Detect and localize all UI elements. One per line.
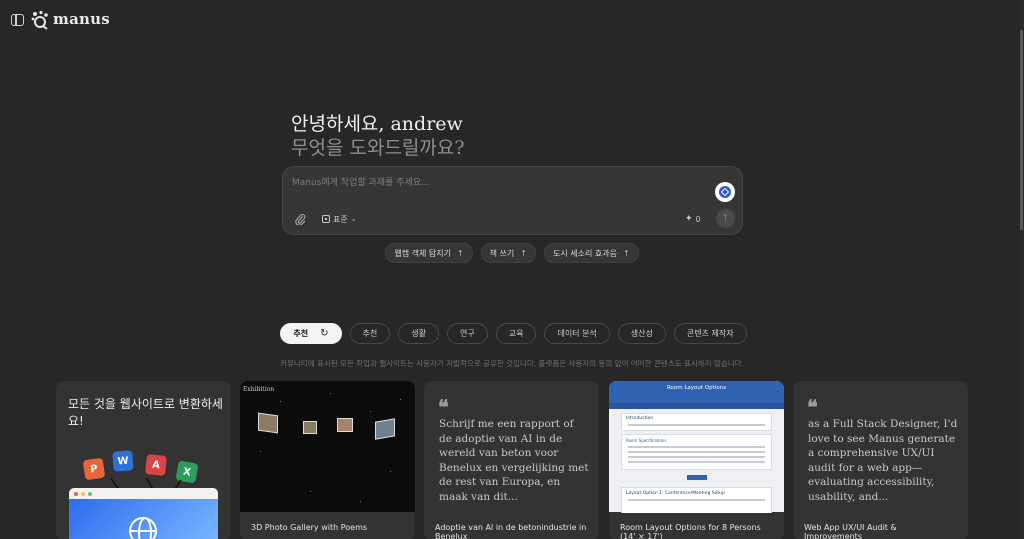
suggestion-chip[interactable]: 책 쓰기 ↑ [480, 243, 536, 263]
tab-label: 추천 [293, 329, 309, 338]
photo-frame [375, 418, 395, 440]
showcase-card-website[interactable]: 모든 것을 웹사이트로 변환하세요! P W A X [56, 381, 231, 539]
app-name[interactable]: manus [53, 10, 110, 28]
card-title: 모든 것을 웹사이트로 변환하세요! [68, 397, 223, 428]
tab-data-analysis[interactable]: 데이터 분석 [544, 323, 610, 344]
card-quote: Schrijf me een rapport of de adoptie van… [439, 418, 589, 503]
tab-label: 생산성 [630, 329, 653, 338]
thumb-specs-box: Room Specifications [621, 434, 772, 470]
tab-content-creator[interactable]: 콘텐츠 제작자 [673, 323, 747, 344]
mode-label: 표준 [333, 214, 348, 224]
tab-recommended[interactable]: 추천 [349, 323, 391, 344]
tab-life[interactable]: 생활 [398, 323, 439, 344]
credits-count: 0 [695, 214, 701, 224]
thumb-nav [609, 403, 784, 409]
tab-productivity[interactable]: 생산성 [617, 323, 666, 344]
card-caption: Web App UX/UI Audit & Improvements [793, 513, 968, 539]
task-input[interactable] [292, 175, 692, 191]
word-icon: W [112, 450, 134, 472]
arrow-up-icon: ↑ [456, 248, 464, 258]
suggestion-label: 도시 세소리 효과음 [552, 248, 617, 258]
pdf-icon: A [145, 454, 167, 476]
card-caption: Room Layout Options for 8 Persons (14' ×… [609, 513, 784, 539]
showcase-card-gallery[interactable]: Exhibition 3D Photo Gallery with Poems [240, 381, 415, 539]
scrollbar-thumb[interactable] [1020, 30, 1023, 230]
suggestion-chips: 웹캠 객체 탐지기 ↑ 책 쓰기 ↑ 도시 세소리 효과음 ↑ [0, 243, 1024, 263]
gallery-thumbnail: Exhibition [240, 381, 415, 512]
grid-icon [322, 215, 330, 223]
quote-icon: ❝ [438, 395, 449, 419]
top-bar: manus [0, 0, 1024, 40]
website-preview [69, 488, 218, 539]
card-caption: 3D Photo Gallery with Poems [240, 513, 415, 539]
photo-frame [258, 412, 278, 434]
showcase-card-room-layout[interactable]: Room Layout Options Introduction Room Sp… [609, 381, 784, 539]
scrollbar[interactable] [1020, 0, 1024, 539]
tab-label: 콘텐츠 제작자 [686, 329, 734, 338]
thumb-title: Room Layout Options [609, 381, 784, 403]
mode-selector[interactable]: 표준 ⌄ [316, 210, 363, 228]
credits-indicator[interactable]: ✦ 0 [685, 210, 701, 228]
sidebar-toggle-icon[interactable] [11, 14, 24, 26]
task-composer: 표준 ⌄ ✦ 0 ↑ [282, 166, 743, 235]
refresh-icon[interactable]: ↻ [320, 328, 328, 339]
tab-label: 추천 [362, 329, 378, 338]
photo-frame [303, 421, 317, 434]
tab-education[interactable]: 교육 [495, 323, 537, 344]
suggestion-chip[interactable]: 웹캠 객체 탐지기 ↑ [385, 243, 473, 263]
manus-logo-icon [31, 10, 48, 30]
globe-icon [129, 517, 157, 539]
thumb-intro-box: Introduction [621, 413, 772, 431]
agent-button[interactable] [715, 182, 735, 202]
community-disclaimer: 커뮤니티에 표시된 모든 작업과 웹사이트는 사용자가 자발적으로 공유한 것입… [280, 359, 744, 368]
arrow-up-icon: ↑ [520, 248, 527, 258]
suggestion-label: 웹캠 객체 탐지기 [394, 248, 451, 258]
tab-label: 생활 [411, 329, 426, 338]
thumb-option-heading: Layout Option 1: Conference/Meeting Setu… [626, 491, 725, 496]
suggestion-chip[interactable]: 도시 세소리 효과음 ↑ [543, 243, 639, 263]
thumb-intro-heading: Introduction [626, 416, 654, 421]
room-layout-thumbnail: Room Layout Options Introduction Room Sp… [609, 381, 784, 517]
arrow-up-icon: ↑ [721, 213, 730, 224]
attach-button[interactable] [292, 211, 308, 227]
thumb-specs-heading: Room Specifications [626, 438, 667, 443]
paperclip-icon [294, 213, 305, 225]
tab-label: 교육 [508, 329, 524, 338]
tab-label: 연구 [459, 329, 475, 338]
arrow-up-icon: ↑ [622, 248, 630, 258]
sparkle-icon: ✦ [685, 214, 693, 224]
thumb-button [687, 475, 707, 480]
tab-label: 데이터 분석 [557, 329, 597, 338]
chevron-down-icon: ⌄ [350, 215, 357, 223]
card-caption: Adoptie van AI in de betonindustrie in B… [424, 513, 599, 539]
card-quote: as a Full Stack Designer, I'd love to se… [808, 418, 958, 503]
showcase-card-ux-audit[interactable]: ❝ as a Full Stack Designer, I'd love to … [793, 381, 968, 539]
greeting: 안녕하세요, andrew [291, 113, 463, 135]
quote-icon: ❝ [807, 395, 818, 419]
showcase-card-ai-concrete[interactable]: ❝ Schrijf me een rapport of de adoptie v… [424, 381, 599, 539]
category-tabs: 추천 ↻ 추천 생활 연구 교육 데이터 분석 생산성 콘텐츠 제작자 [0, 323, 1024, 344]
thumb-label: Exhibition [243, 386, 275, 393]
suggestion-label: 책 쓰기 [489, 248, 515, 258]
tab-research[interactable]: 연구 [446, 323, 488, 344]
tab-featured[interactable]: 추천 ↻ [280, 323, 342, 344]
send-button[interactable]: ↑ [716, 209, 735, 228]
photo-frame [337, 418, 353, 432]
greeting-subtitle: 무엇을 도와드릴까요? [291, 137, 465, 159]
agent-icon [719, 186, 731, 198]
